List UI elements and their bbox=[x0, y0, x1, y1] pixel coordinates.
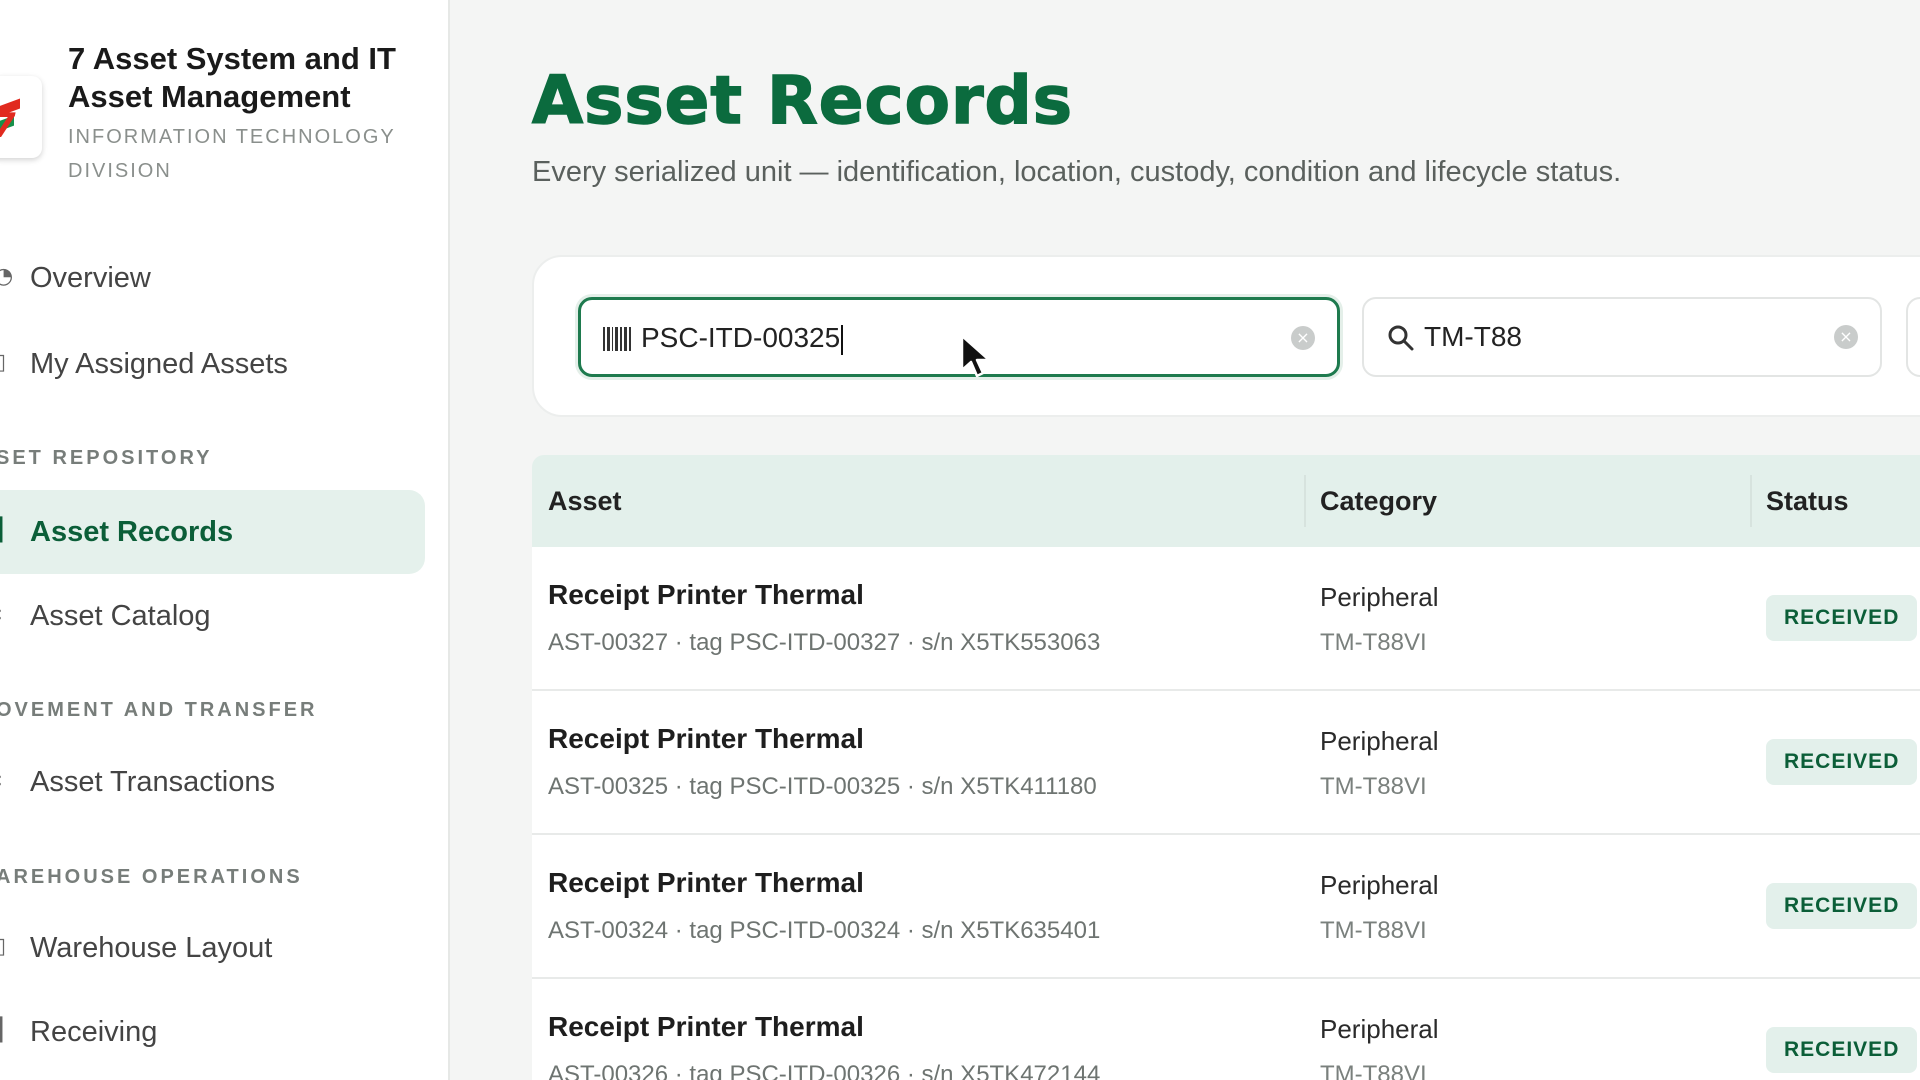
search-icon bbox=[1386, 323, 1416, 353]
column-header-category[interactable]: Category bbox=[1320, 455, 1437, 547]
asset-records-icon: ▌ bbox=[0, 518, 11, 543]
main-content: Asset Records Every serialized unit — id… bbox=[531, 0, 1920, 1080]
search-input-value: TM-T88 bbox=[1424, 321, 1522, 352]
table-row[interactable]: Receipt Printer Thermal AST-00327 · tag … bbox=[532, 547, 1920, 691]
status-badge: RECEIVED bbox=[1766, 883, 1918, 929]
filter-bar: PSC-ITD-00325 × TM-T88 × bbox=[532, 255, 1920, 417]
column-header-asset[interactable]: Asset bbox=[548, 455, 622, 547]
text-caret bbox=[841, 324, 844, 355]
asset-name: Receipt Printer Thermal bbox=[548, 867, 864, 898]
clear-icon[interactable]: × bbox=[1834, 325, 1858, 349]
page-title: Asset Records bbox=[531, 61, 1074, 140]
page-subtitle: Every serialized unit — identification, … bbox=[532, 156, 1622, 188]
sidebar-item-label: Asset Records bbox=[30, 516, 234, 548]
sidebar-item-label: Overview bbox=[30, 262, 151, 294]
section-label-movement-and-transfer: OVEMENT AND TRANSFER bbox=[0, 699, 318, 721]
transactions-icon: ‹ bbox=[0, 768, 8, 794]
assigned-assets-icon: ▯ bbox=[0, 350, 7, 375]
asset-model: TM-T88VI bbox=[1320, 1061, 1427, 1080]
asset-model: TM-T88VI bbox=[1320, 773, 1427, 800]
asset-tag-input[interactable]: PSC-ITD-00325 × bbox=[578, 297, 1340, 377]
asset-category: Peripheral bbox=[1320, 582, 1439, 612]
asset-model: TM-T88VI bbox=[1320, 917, 1427, 944]
asset-model: TM-T88VI bbox=[1320, 629, 1427, 656]
barcode-icon bbox=[603, 324, 633, 354]
table-row[interactable]: Receipt Printer Thermal AST-00326 · tag … bbox=[532, 979, 1920, 1080]
section-label-asset-repository: SET REPOSITORY bbox=[0, 447, 213, 469]
status-badge: RECEIVED bbox=[1766, 739, 1918, 785]
asset-meta: AST-00325 · tag PSC-ITD-00325 · s/n X5TK… bbox=[548, 773, 1097, 800]
seven-eleven-logo: 7 bbox=[0, 76, 42, 158]
asset-name: Receipt Printer Thermal bbox=[548, 1011, 864, 1042]
brand: 7 7 Asset System and IT Asset Management… bbox=[0, 40, 440, 190]
table-row[interactable]: Receipt Printer Thermal AST-00325 · tag … bbox=[532, 691, 1920, 835]
sidebar-item-label: Asset Catalog bbox=[30, 600, 211, 632]
filter-dropdown[interactable] bbox=[1906, 297, 1920, 377]
section-label-warehouse-operations: AREHOUSE OPERATIONS bbox=[0, 866, 303, 888]
table-header: Asset Category Status bbox=[532, 455, 1920, 547]
sidebar-item-asset-transactions[interactable]: ‹ Asset Transactions bbox=[0, 740, 425, 824]
status-badge: RECEIVED bbox=[1766, 595, 1918, 641]
sidebar: 7 7 Asset System and IT Asset Management… bbox=[0, 0, 450, 1080]
asset-meta: AST-00324 · tag PSC-ITD-00324 · s/n X5TK… bbox=[548, 917, 1101, 944]
asset-name: Receipt Printer Thermal bbox=[548, 723, 864, 754]
overview-icon: ◔ bbox=[0, 264, 14, 289]
asset-catalog-icon: ‹ bbox=[0, 602, 8, 628]
status-badge: RECEIVED bbox=[1766, 1027, 1918, 1073]
sidebar-item-asset-records[interactable]: ▌ Asset Records bbox=[0, 490, 425, 574]
table-row[interactable]: Receipt Printer Thermal AST-00324 · tag … bbox=[532, 835, 1920, 979]
receiving-icon: ▌ bbox=[0, 1018, 11, 1043]
mouse-cursor-icon bbox=[960, 334, 991, 378]
sidebar-item-warehouse-layout[interactable]: ▯ Warehouse Layout bbox=[0, 906, 425, 990]
asset-category: Peripheral bbox=[1320, 726, 1439, 756]
sidebar-item-overview[interactable]: ◔ Overview bbox=[0, 236, 425, 320]
sidebar-item-label: Asset Transactions bbox=[30, 766, 275, 798]
brand-subtitle: INFORMATION TECHNOLOGY DIVISION bbox=[68, 126, 396, 182]
asset-name: Receipt Printer Thermal bbox=[548, 579, 864, 610]
asset-tag-input-value: PSC-ITD-00325 bbox=[641, 322, 841, 353]
warehouse-layout-icon: ▯ bbox=[0, 934, 7, 959]
sidebar-item-asset-catalog[interactable]: ‹ Asset Catalog bbox=[0, 574, 425, 658]
sidebar-item-my-assigned-assets[interactable]: ▯ My Assigned Assets bbox=[0, 322, 425, 406]
asset-meta: AST-00327 · tag PSC-ITD-00327 · s/n X5TK… bbox=[548, 629, 1101, 656]
brand-title: 7 Asset System and IT Asset Management bbox=[68, 41, 396, 114]
sidebar-item-receiving[interactable]: ▌ Receiving bbox=[0, 990, 425, 1074]
asset-category: Peripheral bbox=[1320, 1014, 1439, 1044]
column-header-status[interactable]: Status bbox=[1766, 455, 1849, 547]
search-input[interactable]: TM-T88 × bbox=[1362, 297, 1882, 377]
clear-icon[interactable]: × bbox=[1291, 326, 1315, 350]
sidebar-item-label: My Assigned Assets bbox=[30, 348, 288, 380]
asset-category: Peripheral bbox=[1320, 870, 1439, 900]
asset-meta: AST-00326 · tag PSC-ITD-00326 · s/n X5TK… bbox=[548, 1061, 1101, 1080]
sidebar-item-label: Receiving bbox=[30, 1016, 158, 1048]
sidebar-item-label: Warehouse Layout bbox=[30, 932, 273, 964]
